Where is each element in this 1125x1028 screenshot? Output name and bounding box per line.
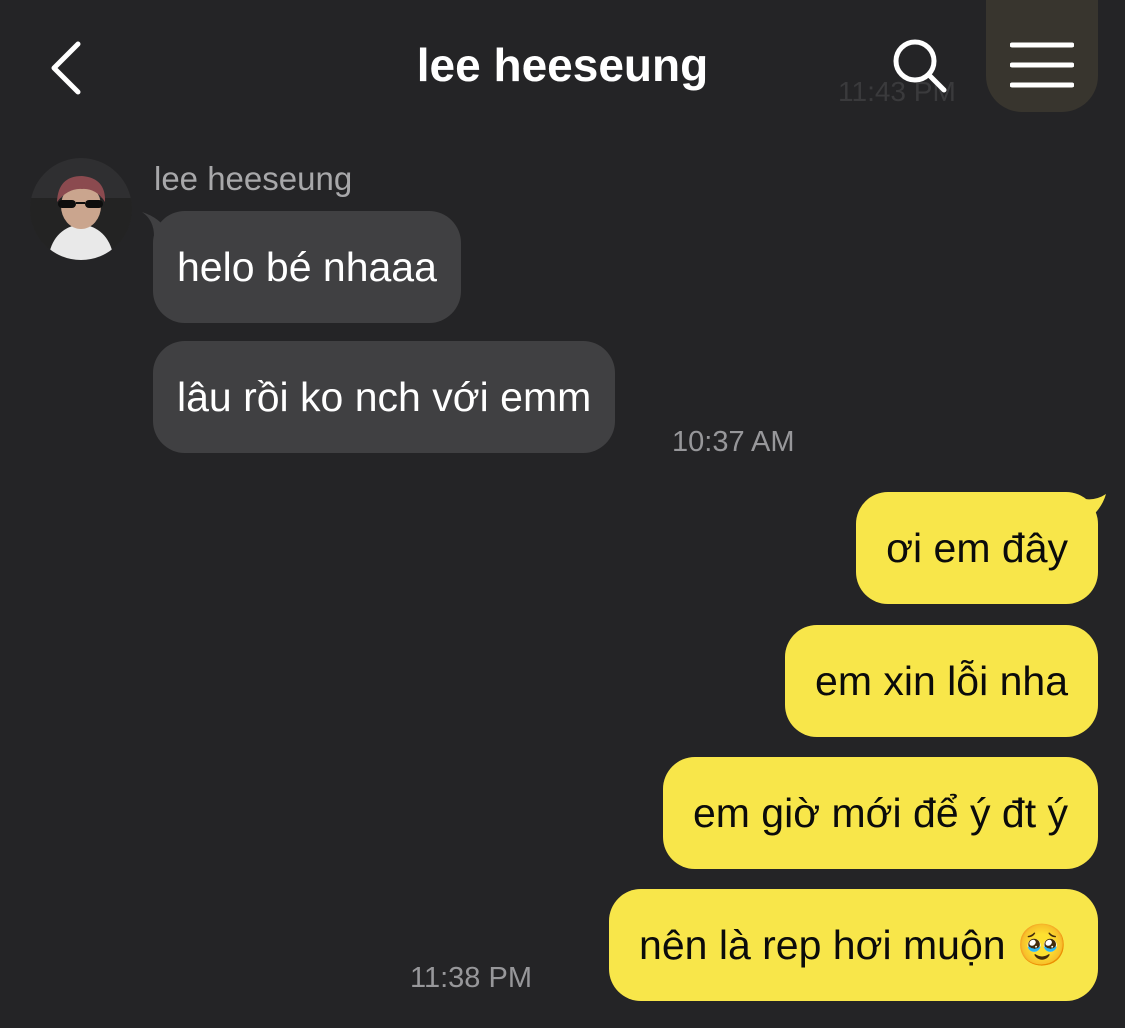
menu-button[interactable] bbox=[986, 0, 1098, 112]
profile-photo-icon bbox=[30, 158, 132, 260]
search-button[interactable] bbox=[888, 34, 952, 98]
incoming-message[interactable]: lâu rồi ko nch với emm bbox=[153, 341, 616, 453]
page-title: lee heeseung bbox=[416, 39, 709, 91]
outgoing-message[interactable]: em giờ mới để ý đt ý bbox=[662, 757, 1098, 869]
message-timestamp: 10:37 AM bbox=[672, 426, 795, 458]
outgoing-message[interactable]: nên là rep hơi muộn 🥹 bbox=[609, 889, 1098, 1001]
outgoing-message[interactable]: em xin lỗi nha bbox=[785, 625, 1098, 737]
message-timestamp: 11:38 PM bbox=[410, 962, 532, 994]
sender-name: lee heeseung bbox=[154, 160, 353, 197]
search-icon bbox=[893, 39, 947, 93]
hamburger-menu-icon bbox=[1010, 42, 1074, 88]
incoming-message[interactable]: helo bé nhaaa bbox=[153, 211, 461, 323]
avatar[interactable] bbox=[30, 158, 132, 260]
outgoing-message[interactable]: ơi em đây bbox=[856, 492, 1098, 604]
